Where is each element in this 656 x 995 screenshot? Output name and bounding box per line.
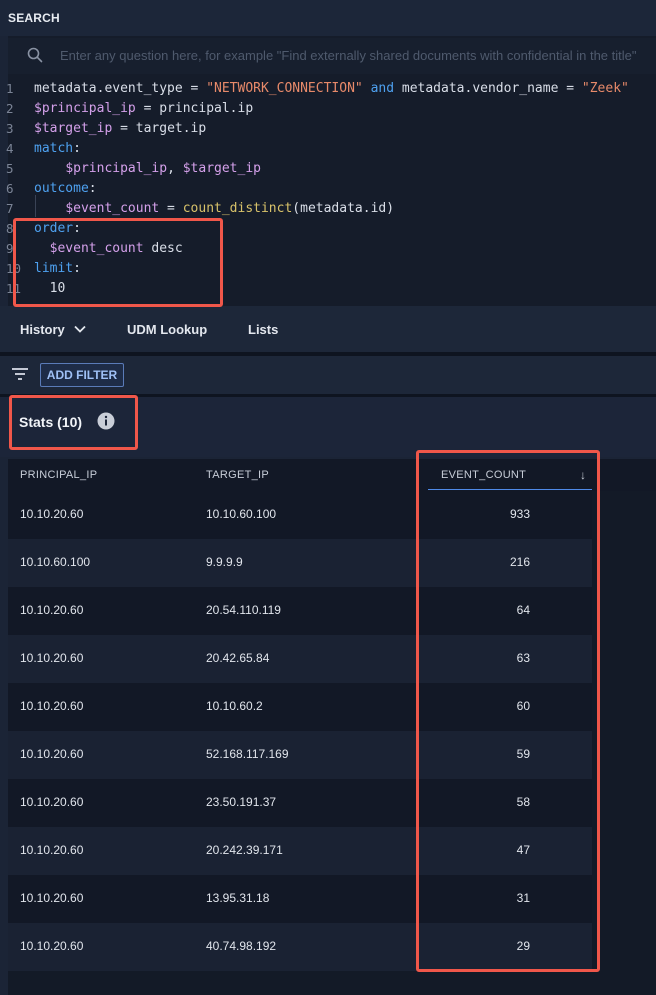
cell-target-ip: 20.42.65.84 [206,651,270,665]
cell-principal-ip: 10.10.60.100 [20,555,91,569]
code-token: "Zeek" [581,81,629,96]
highlight-event-count-column [416,450,600,972]
tab-lists[interactable]: Lists [248,322,278,337]
code-text: outcome: [34,181,97,196]
code-token: $principal_ip [65,161,168,176]
code-token: $target_ip [182,161,261,176]
code-line[interactable]: 4 match: [0,141,656,161]
code-token: match [34,141,74,156]
cell-principal-ip: 10.10.20.60 [20,603,84,617]
column-header-target-ip[interactable]: TARGET_IP [206,469,269,481]
cell-target-ip: 52.168.117.169 [206,747,289,761]
cell-target-ip: 40.74.98.192 [206,939,277,953]
code-token: $target_ip [34,121,113,136]
code-token: , [167,161,183,176]
cell-principal-ip: 10.10.20.60 [20,795,84,809]
code-token: = [159,201,183,216]
search-bar[interactable] [8,38,656,74]
cell-target-ip: 10.10.60.2 [206,699,263,713]
indent-guide [35,195,36,217]
cell-target-ip: 13.95.31.18 [206,891,270,905]
cell-principal-ip: 10.10.20.60 [20,651,84,665]
cell-principal-ip: 10.10.20.60 [20,747,84,761]
code-token: "NETWORK_CONNECTION" [206,81,363,96]
cell-target-ip: 10.10.60.100 [206,507,277,521]
code-token: = target.ip [112,121,207,136]
cell-target-ip: 9.9.9.9 [206,555,243,569]
code-token: $event_count [65,201,160,216]
code-text: $principal_ip = principal.ip [34,101,253,116]
add-filter-button[interactable]: ADD FILTER [40,363,124,387]
cell-target-ip: 20.242.39.171 [206,843,283,857]
line-number: 6 [6,181,14,196]
line-number: 4 [6,141,14,156]
code-line[interactable]: 3 $target_ip = target.ip [0,121,656,141]
code-line[interactable]: 1 metadata.event_type = "NETWORK_CONNECTI… [0,81,656,101]
code-line[interactable]: 5 $principal_ip, $target_ip [0,161,656,181]
code-token: metadata.event_type = [34,81,207,96]
tab-history-label: History [20,322,65,337]
code-text: metadata.event_type = "NETWORK_CONNECTIO… [34,81,629,96]
code-text: $event_count = count_distinct(metadata.i… [34,201,394,216]
tab-udm-lookup[interactable]: UDM Lookup [127,322,207,337]
search-icon [27,47,43,63]
code-line[interactable]: 2 $principal_ip = principal.ip [0,101,656,121]
code-token: $principal_ip [34,101,136,116]
code-token: metadata.vendor_name = [394,81,582,96]
filter-icon[interactable] [11,367,29,381]
panel-title: SEARCH [8,11,60,25]
search-header: SEARCH [0,0,656,36]
cell-target-ip: 23.50.191.37 [206,795,277,809]
code-token: (metadata.id) [292,201,395,216]
line-number: 7 [6,201,14,216]
cell-principal-ip: 10.10.20.60 [20,891,84,905]
cell-principal-ip: 10.10.20.60 [20,507,84,521]
line-number: 5 [6,161,14,176]
highlight-stats-title [9,395,138,450]
filter-bar: ADD FILTER [0,356,656,394]
code-text: $principal_ip, $target_ip [34,161,261,176]
code-token: = principal.ip [135,101,254,116]
code-text: match: [34,141,81,156]
tabs-bar: History UDM Lookup Lists [0,306,656,352]
line-number: 3 [6,121,14,136]
cell-principal-ip: 10.10.20.60 [20,939,84,953]
cell-target-ip: 20.54.110.119 [206,603,281,617]
highlight-order-limit [13,218,223,307]
code-line[interactable]: 6 outcome: [0,181,656,201]
tab-history[interactable]: History [20,322,87,337]
cell-principal-ip: 10.10.20.60 [20,843,84,857]
cell-principal-ip: 10.10.20.60 [20,699,84,713]
code-token: and [370,81,395,96]
line-number: 2 [6,101,14,116]
code-token: count_distinct [182,201,293,216]
code-text: $target_ip = target.ip [34,121,206,136]
code-token: outcome [34,181,89,196]
chevron-down-icon [74,325,87,333]
code-token: : [73,141,81,156]
code-token: : [88,181,97,196]
column-header-principal-ip[interactable]: PRINCIPAL_IP [20,469,97,481]
search-input[interactable] [60,44,656,66]
line-number: 1 [6,81,14,96]
